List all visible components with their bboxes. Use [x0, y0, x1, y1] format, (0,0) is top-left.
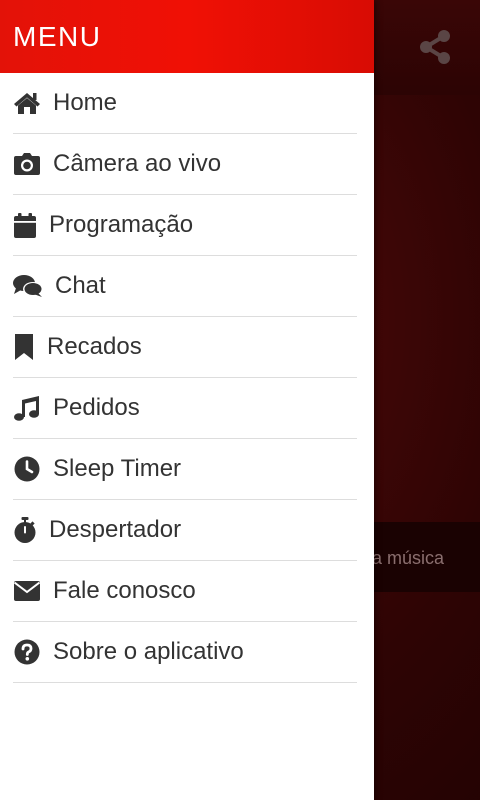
clock-icon [13, 455, 41, 483]
navigation-drawer: MENU Home Câmera ao vivo Programação Cha… [0, 0, 374, 800]
stopwatch-icon [13, 516, 37, 544]
camera-icon [13, 150, 41, 178]
envelope-icon [13, 577, 41, 605]
share-icon [420, 30, 450, 64]
menu-item-label: Chat [55, 272, 106, 299]
menu-item-pedidos[interactable]: Pedidos [13, 378, 357, 439]
now-playing-text: a música [372, 548, 445, 568]
chat-icon [13, 272, 43, 300]
drawer-title: MENU [13, 20, 102, 52]
menu-item-home[interactable]: Home [13, 73, 357, 134]
menu-item-label: Home [53, 89, 118, 116]
menu-item-label: Fale conosco [53, 577, 196, 604]
share-button[interactable] [410, 22, 460, 72]
menu-item-programacao[interactable]: Programação [13, 195, 357, 256]
menu-item-sleep-timer[interactable]: Sleep Timer [13, 439, 357, 500]
question-icon [13, 638, 41, 666]
menu-item-label: Câmera ao vivo [53, 150, 222, 177]
menu-item-recados[interactable]: Recados [13, 317, 357, 378]
home-icon [13, 89, 41, 117]
menu-item-label: Sleep Timer [53, 455, 182, 482]
menu-item-despertador[interactable]: Despertador [13, 500, 357, 561]
menu-item-label: Recados [47, 333, 142, 360]
menu-item-chat[interactable]: Chat [13, 256, 357, 317]
menu-item-label: Sobre o aplicativo [53, 638, 244, 665]
drawer-header: MENU [0, 0, 374, 73]
menu-item-camera[interactable]: Câmera ao vivo [13, 134, 357, 195]
menu-item-label: Despertador [49, 516, 182, 543]
menu-item-label: Programação [49, 211, 194, 238]
menu-list: Home Câmera ao vivo Programação Chat Rec… [0, 73, 374, 683]
menu-item-label: Pedidos [53, 394, 140, 421]
bookmark-icon [13, 333, 35, 361]
menu-item-fale-conosco[interactable]: Fale conosco [13, 561, 357, 622]
menu-item-sobre[interactable]: Sobre o aplicativo [13, 622, 357, 683]
calendar-icon [13, 211, 37, 239]
music-icon [13, 394, 41, 422]
